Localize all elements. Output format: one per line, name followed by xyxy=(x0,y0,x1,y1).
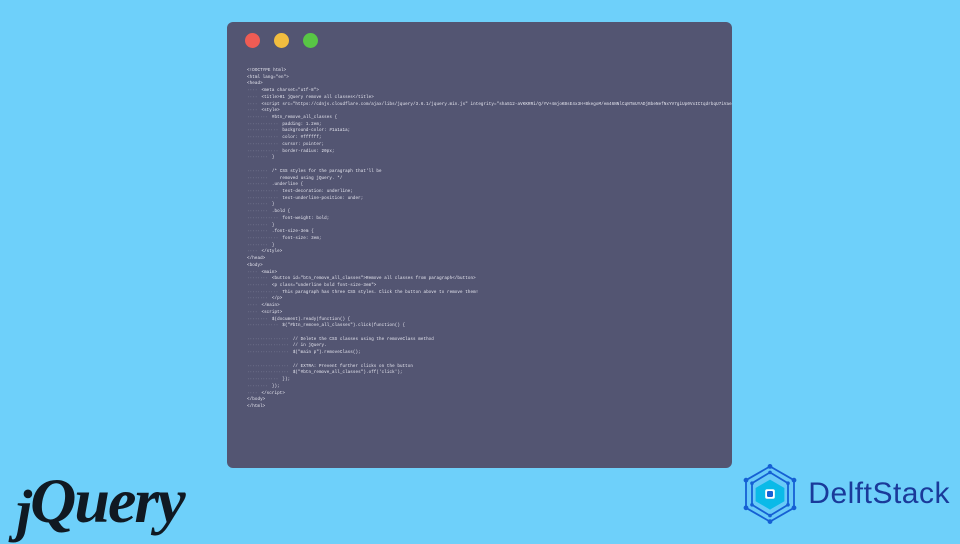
maximize-icon xyxy=(303,33,318,48)
window-titlebar xyxy=(227,22,732,58)
code-content: <!DOCTYPE html> <html lang="en"> <head> … xyxy=(227,58,732,425)
delftstack-text: DelftStack xyxy=(808,477,950,511)
jquery-logo: jQuery xyxy=(16,464,184,538)
delftstack-logo: DelftStack xyxy=(740,464,950,524)
close-icon xyxy=(245,33,260,48)
delftstack-icon xyxy=(740,464,800,524)
jquery-logo-text: Query xyxy=(30,464,184,538)
code-editor-window: <!DOCTYPE html> <html lang="en"> <head> … xyxy=(227,22,732,468)
minimize-icon xyxy=(274,33,289,48)
jquery-logo-j: j xyxy=(16,477,30,544)
